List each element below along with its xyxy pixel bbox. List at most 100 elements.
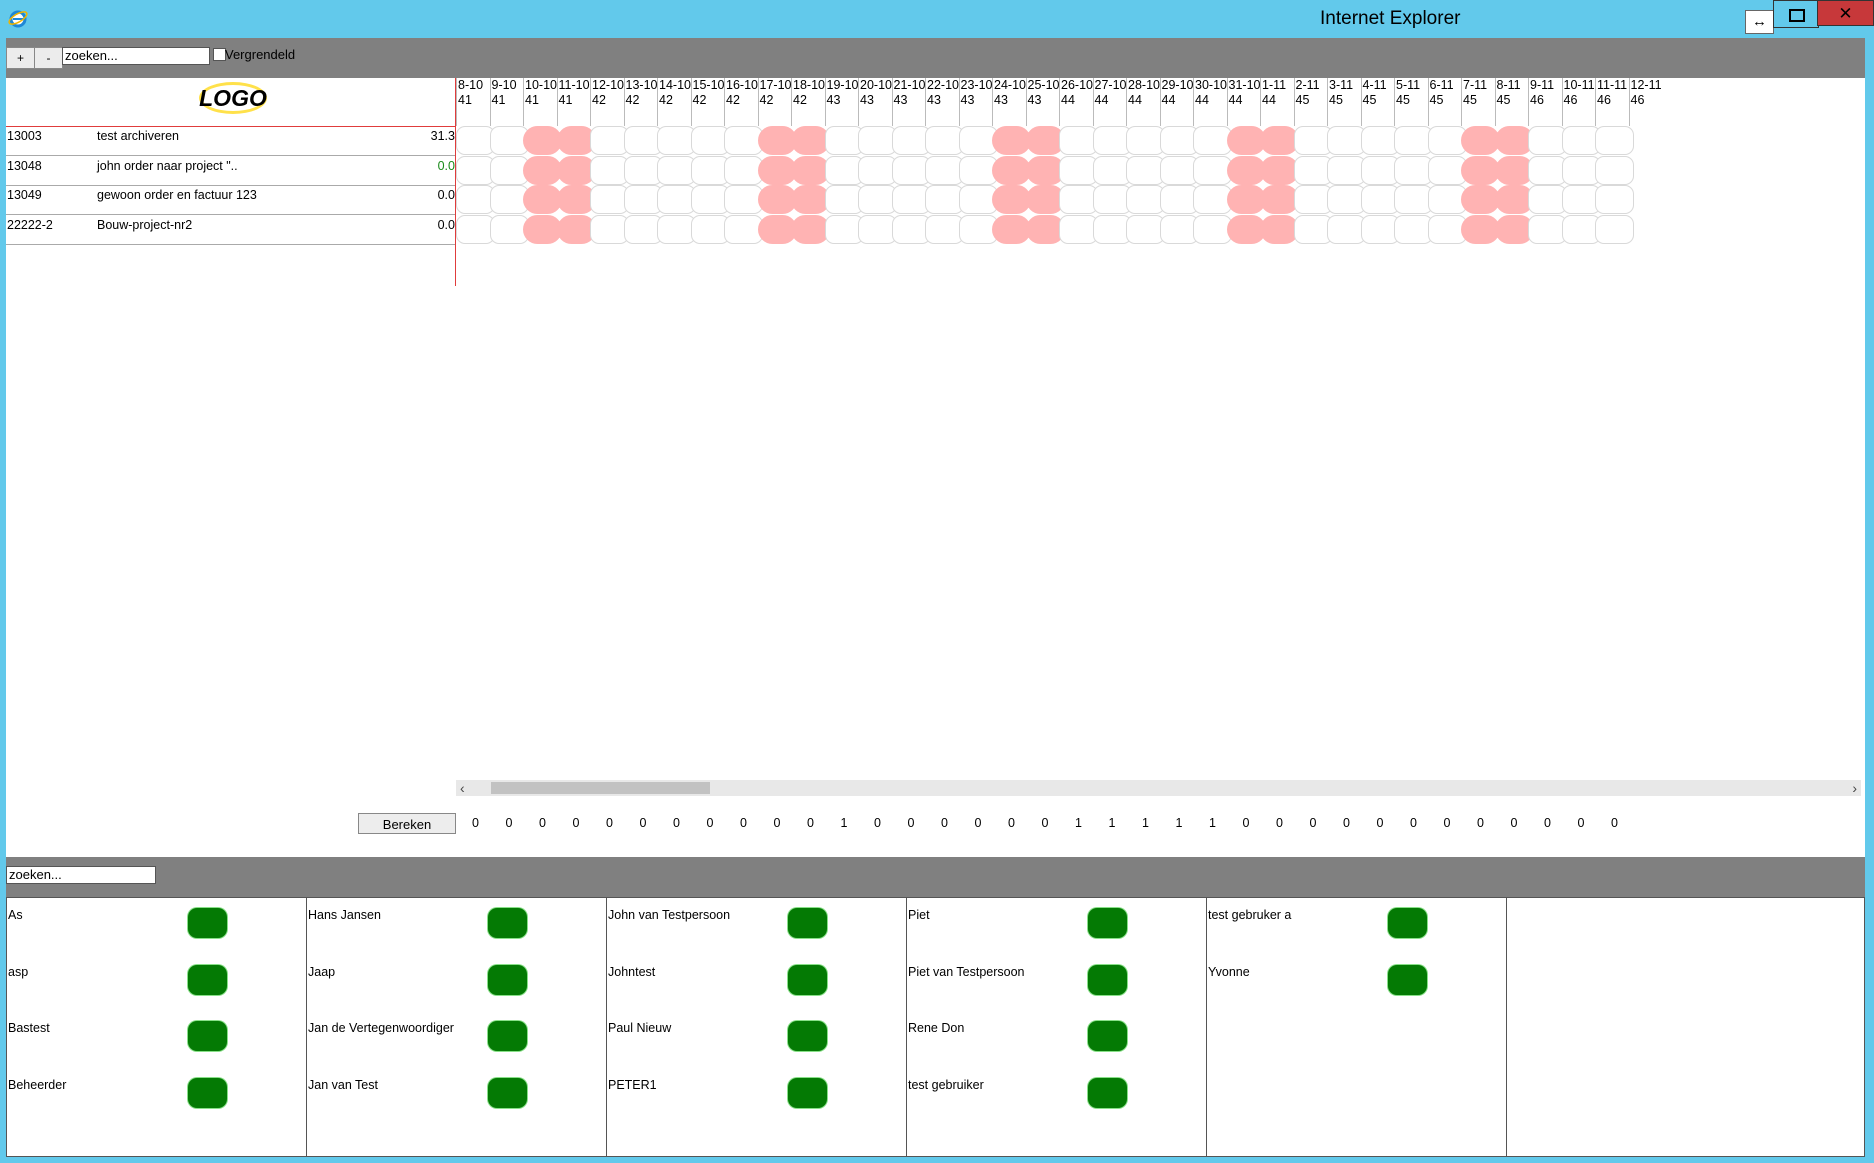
project-row[interactable]: 13003 test archiveren 31.3 — [6, 126, 456, 156]
project-row[interactable]: 13048 john order naar project ".. 0.0 — [6, 156, 456, 186]
user-name: test gebruiker — [908, 1077, 984, 1092]
day-cell[interactable] — [1595, 155, 1634, 185]
user-status-indicator[interactable] — [788, 908, 827, 938]
scroll-right-icon[interactable]: › — [1852, 780, 1857, 796]
zoom-in-button[interactable]: + — [6, 47, 35, 69]
user-name: Hans Jansen — [308, 908, 381, 922]
project-id: 13048 — [7, 158, 42, 173]
maximize-button[interactable] — [1773, 0, 1819, 28]
user-name: Rene Don — [908, 1021, 965, 1035]
user-name: As — [8, 908, 23, 922]
user-name: PETER1 — [608, 1077, 657, 1092]
user-name: Jaap — [308, 964, 336, 979]
user-status-indicator[interactable] — [488, 908, 527, 938]
project-row[interactable]: 13049 gewoon order en factuur 123 0.0 — [6, 185, 456, 215]
user-item[interactable]: Hans Jansen — [307, 898, 607, 946]
user-item[interactable]: Paul Nieuw — [607, 1011, 907, 1059]
user-name: Yvonne — [1208, 964, 1250, 979]
user-name: Piet — [908, 908, 930, 922]
user-status-indicator[interactable] — [1088, 1021, 1127, 1051]
user-status-indicator[interactable] — [788, 1021, 827, 1051]
user-item[interactable]: John van Testpersoon — [607, 898, 907, 946]
user-status-indicator[interactable] — [488, 1021, 527, 1051]
user-status-indicator[interactable] — [488, 964, 527, 995]
planning-toolbar: + - zoeken... Vergrendeld — [6, 38, 1865, 78]
user-item[interactable]: asp — [7, 955, 307, 1003]
project-search-input[interactable]: zoeken... — [62, 47, 210, 65]
user-status-indicator[interactable] — [1088, 908, 1127, 938]
project-id: 22222-2 — [7, 217, 53, 232]
window-title: Internet Explorer — [1320, 8, 1461, 29]
locked-label: Vergrendeld — [225, 47, 296, 62]
maximize-icon — [1789, 9, 1805, 22]
company-logo: LOGO — [199, 82, 267, 114]
project-name: gewoon order en factuur 123 — [97, 188, 257, 202]
user-search-input[interactable]: zoeken... — [6, 866, 156, 884]
project-row[interactable]: 22222-2 Bouw-project-nr2 0.0 — [6, 215, 456, 245]
user-item[interactable]: test gebruiker — [907, 1068, 1207, 1116]
project-hours: 31.3 — [430, 129, 455, 143]
user-item[interactable]: test gebruker a — [1207, 898, 1507, 946]
week-number: 46 — [1630, 93, 1645, 107]
user-status-indicator[interactable] — [788, 1077, 827, 1108]
project-id: 13049 — [7, 188, 42, 202]
user-name: Jan van Test — [308, 1077, 378, 1092]
user-item[interactable]: Yvonne — [1207, 955, 1507, 1003]
day-cell[interactable] — [1595, 185, 1634, 214]
snap-button[interactable]: ↔ — [1745, 10, 1774, 34]
user-column: Piet Piet van Testpersoon Rene Don test geb… — [907, 898, 1207, 1156]
today-line — [455, 78, 456, 286]
project-hours: 0.0 — [437, 217, 455, 232]
user-column: As asp Bastest Beheerder — [7, 898, 307, 1156]
user-name: Beheerder — [8, 1077, 67, 1092]
user-item[interactable]: Jaap — [307, 955, 607, 1003]
logo-text: LOGO — [199, 85, 267, 111]
user-item[interactable]: Rene Don — [907, 1011, 1207, 1059]
zoom-out-button[interactable]: - — [34, 47, 63, 69]
user-item[interactable]: Jan van Test — [307, 1068, 607, 1116]
week-column-header: 12-11 46 — [1628, 78, 1668, 126]
user-status-indicator[interactable] — [188, 908, 227, 938]
user-column — [1507, 898, 1807, 1156]
scrollbar-thumb[interactable] — [491, 782, 710, 794]
user-column: test gebruker a Yvonne — [1207, 898, 1507, 1156]
user-name: asp — [8, 964, 29, 979]
user-name: Paul Nieuw — [608, 1021, 672, 1035]
user-column: Hans Jansen Jaap Jan de Vertegenwoordiger J… — [307, 898, 607, 1156]
user-item[interactable]: Piet — [907, 898, 1207, 946]
user-item[interactable]: Bastest — [7, 1011, 307, 1059]
user-item[interactable]: Piet van Testpersoon — [907, 955, 1207, 1003]
user-name: Jan de Vertegenwoordiger — [308, 1021, 454, 1035]
user-status-indicator[interactable] — [1088, 964, 1127, 995]
user-status-indicator[interactable] — [1388, 908, 1427, 938]
project-name: john order naar project ".. — [97, 158, 238, 173]
user-grid: As asp Bastest Beheerder Hans Jansen Jaap Jan … — [6, 897, 1865, 1157]
window-titlebar: Internet Explorer ↔ ✕ — [0, 0, 1874, 38]
user-name: Piet van Testpersoon — [908, 964, 1025, 979]
horizontal-scrollbar[interactable]: ‹ › — [456, 780, 1861, 796]
user-status-indicator[interactable] — [188, 964, 227, 995]
close-button[interactable]: ✕ — [1817, 0, 1874, 26]
user-name: test gebruker a — [1208, 908, 1292, 922]
user-status-indicator[interactable] — [788, 964, 827, 995]
user-column: John van Testpersoon Johntest Paul Nieuw PE… — [607, 898, 907, 1156]
week-date: 12-11 — [1630, 78, 1662, 92]
scroll-left-icon[interactable]: ‹ — [460, 780, 465, 796]
project-id: 13003 — [7, 129, 42, 143]
bereken-button[interactable]: Bereken — [358, 813, 456, 834]
day-cell[interactable] — [1595, 214, 1634, 244]
user-item[interactable]: Beheerder — [7, 1068, 307, 1116]
project-hours: 0.0 — [437, 158, 455, 173]
user-item[interactable]: Johntest — [607, 955, 907, 1003]
user-item[interactable]: Jan de Vertegenwoordiger — [307, 1011, 607, 1059]
user-status-indicator[interactable] — [1088, 1077, 1127, 1108]
user-item[interactable]: As — [7, 898, 307, 946]
user-status-indicator[interactable] — [1388, 964, 1427, 995]
user-status-indicator[interactable] — [188, 1077, 227, 1108]
page-content: + - zoeken... Vergrendeld LOGO 8-10 41 9-1… — [6, 38, 1865, 1157]
user-status-indicator[interactable] — [488, 1077, 527, 1108]
user-status-indicator[interactable] — [188, 1021, 227, 1051]
day-cell[interactable] — [1595, 126, 1634, 155]
user-item[interactable]: PETER1 — [607, 1068, 907, 1116]
user-name: Bastest — [8, 1021, 50, 1035]
